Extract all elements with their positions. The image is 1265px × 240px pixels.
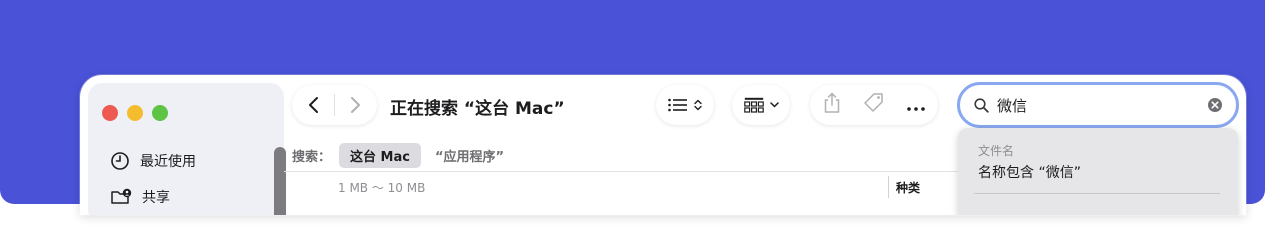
scope-applications[interactable]: “应用程序” (435, 146, 504, 165)
sidebar-item-recents[interactable]: 最近使用 (110, 151, 196, 171)
sidebar-item-label: 共享 (142, 190, 170, 206)
search-suggestions: 文件名 名称包含 “微信” (958, 128, 1238, 215)
window-title: 正在搜索 “这台 Mac” (390, 99, 565, 119)
actions-group (810, 85, 938, 125)
column-header-row: 1 MB ～ 10 MB 种类 (284, 171, 964, 201)
chevron-left-icon (309, 97, 318, 113)
search-input[interactable]: 微信 (997, 95, 1027, 116)
suggestion-section-title: 文件名 (978, 144, 1015, 158)
column-header-kind[interactable]: 种类 (896, 179, 920, 196)
zoom-button[interactable] (152, 105, 168, 121)
close-icon (1211, 101, 1219, 109)
close-button[interactable] (102, 105, 118, 121)
search-scope-bar: 搜索： 这台 Mac “应用程序” (292, 143, 504, 168)
list-view-icon (668, 98, 687, 112)
sidebar-item-label: 最近使用 (140, 154, 196, 170)
column-divider[interactable] (888, 176, 889, 198)
nav-buttons (292, 85, 377, 125)
scope-this-mac[interactable]: 这台 Mac (339, 143, 421, 168)
view-mode-button[interactable] (656, 85, 714, 125)
chevron-right-icon (351, 97, 360, 113)
share-button[interactable] (823, 92, 841, 118)
finder-window: 最近使用 共享 正在搜索 “这台 Mac” 微信 搜索： 这台 Mac “应用程… (80, 75, 1246, 215)
back-button[interactable] (294, 96, 334, 114)
scope-label: 搜索： (292, 150, 332, 165)
group-button[interactable] (732, 85, 790, 125)
suggestion-divider (974, 193, 1220, 194)
magnifier-icon (974, 97, 989, 113)
shared-folder-icon (110, 187, 132, 207)
tag-button[interactable] (863, 92, 885, 118)
clock-icon (110, 151, 130, 171)
gallery-group-icon (743, 97, 764, 113)
share-icon (824, 92, 840, 113)
more-button[interactable] (907, 96, 925, 115)
tag-icon (864, 93, 883, 112)
updown-chevron-icon (694, 99, 702, 111)
sidebar: 最近使用 共享 (88, 83, 286, 215)
chevron-down-icon (769, 102, 779, 108)
minimize-button[interactable] (127, 105, 143, 121)
search-field[interactable]: 微信 (957, 82, 1239, 128)
size-filter-label: 1 MB ～ 10 MB (338, 181, 426, 195)
clear-search-button[interactable] (1208, 98, 1222, 112)
traffic-lights (102, 105, 168, 121)
ellipsis-icon (907, 106, 925, 111)
sidebar-item-shared[interactable]: 共享 (110, 187, 170, 207)
suggestion-item-name-contains[interactable]: 名称包含 “微信” (978, 162, 1081, 182)
forward-button[interactable] (335, 96, 375, 114)
